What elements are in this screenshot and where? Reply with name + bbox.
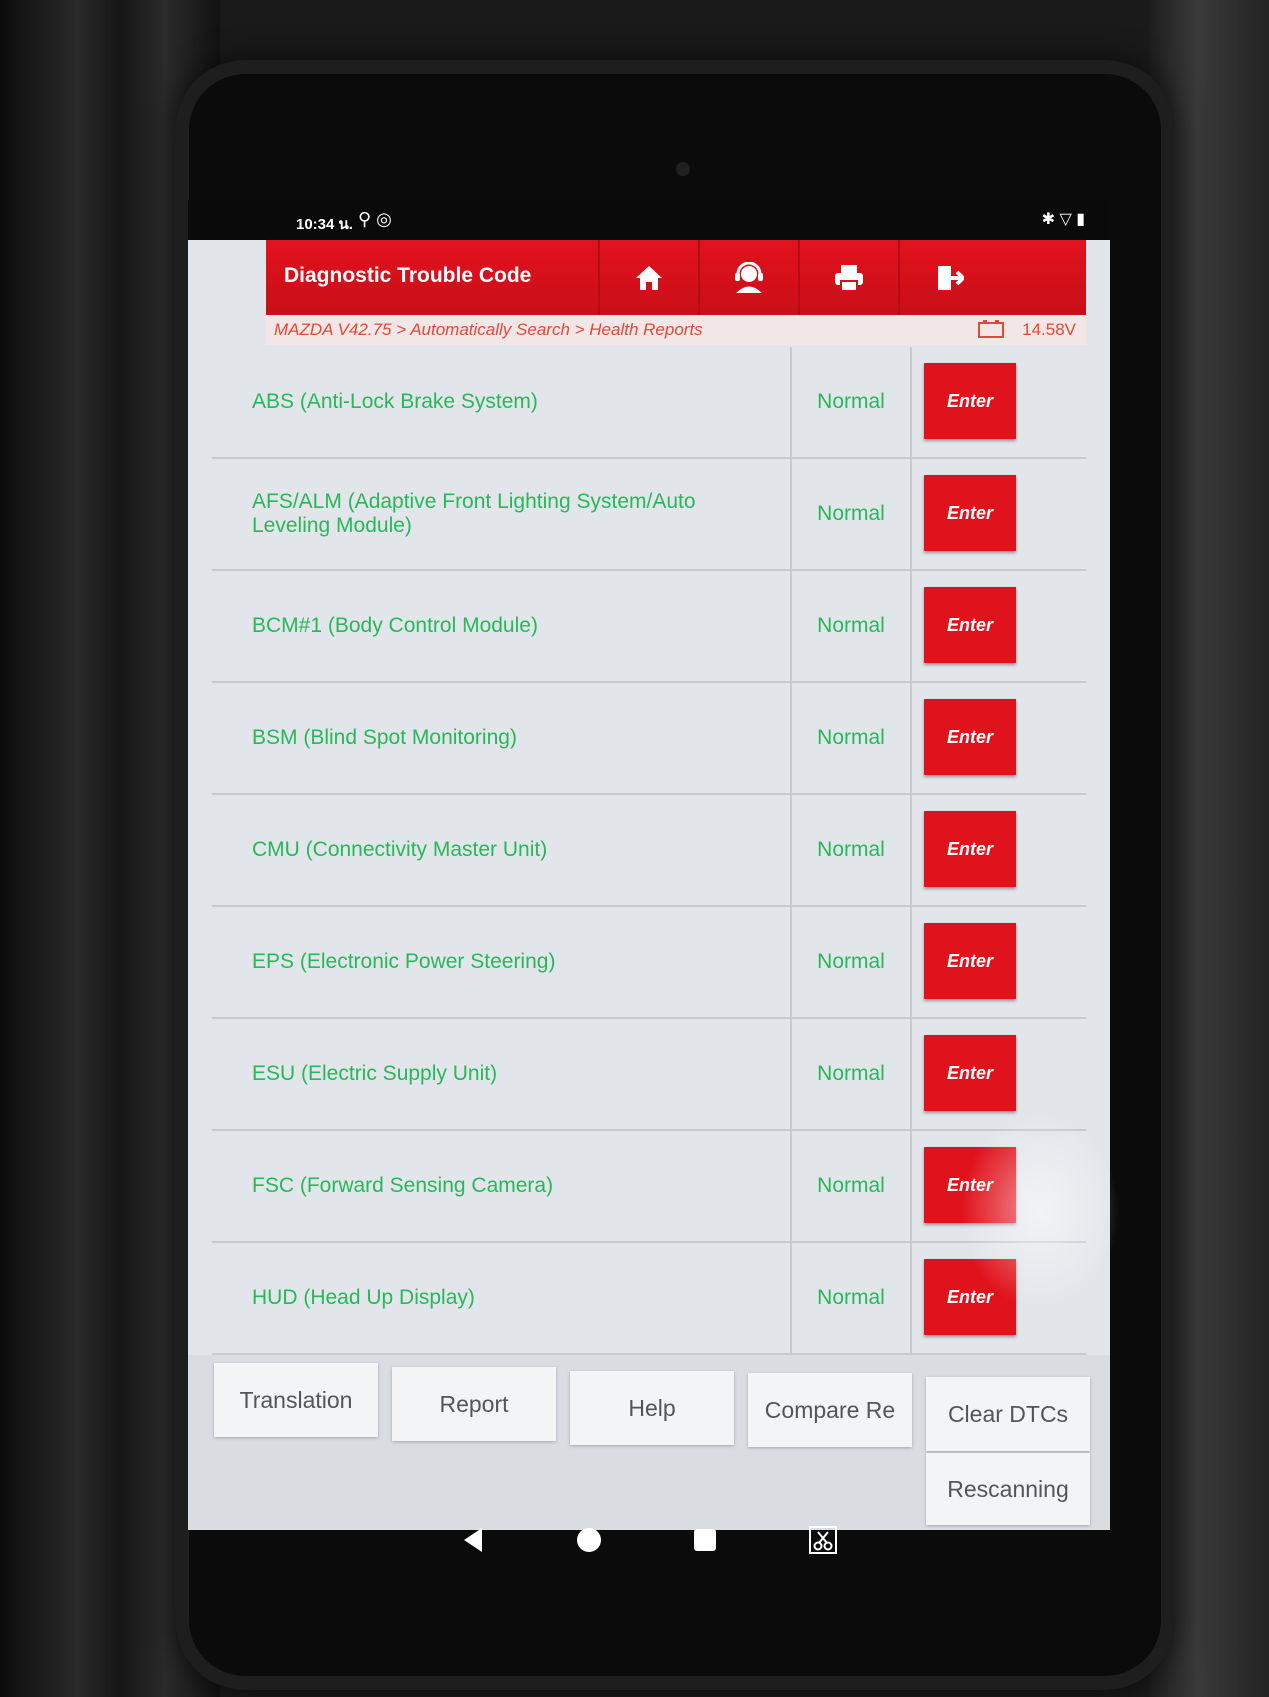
enter-button[interactable]: Enter	[924, 363, 1016, 439]
breadcrumb-path: MAZDA V42.75 > Automatically Search > He…	[274, 320, 703, 339]
back-icon[interactable]	[460, 1526, 486, 1554]
list-item: ABS (Anti-Lock Brake System) Normal Ente…	[212, 347, 1086, 459]
enter-button[interactable]: Enter	[924, 1035, 1016, 1111]
list-item: BCM#1 (Body Control Module) Normal Enter	[212, 571, 1086, 683]
system-name: BCM#1 (Body Control Module)	[252, 571, 792, 681]
enter-button[interactable]: Enter	[924, 923, 1016, 999]
translation-button[interactable]: Translation	[214, 1363, 378, 1437]
system-name: CMU (Connectivity Master Unit)	[252, 795, 792, 905]
system-name: ESU (Electric Supply Unit)	[252, 1019, 792, 1129]
home-circle-icon[interactable]	[576, 1527, 602, 1553]
status-time: 10:34 น.	[296, 216, 353, 233]
user-button[interactable]	[698, 240, 798, 315]
help-button[interactable]: Help	[570, 1371, 734, 1445]
system-name: BSM (Blind Spot Monitoring)	[252, 683, 792, 793]
list-item: ESU (Electric Supply Unit) Normal Enter	[212, 1019, 1086, 1131]
exit-button[interactable]	[898, 240, 998, 315]
report-button[interactable]: Report	[392, 1367, 556, 1441]
bluetooth-battery-icon: ✱ ▽ ▮	[1041, 211, 1085, 228]
system-status: Normal	[792, 459, 912, 569]
system-list[interactable]: ABS (Anti-Lock Brake System) Normal Ente…	[212, 347, 1086, 1355]
compare-report-button[interactable]: Compare Re	[748, 1373, 912, 1447]
system-status: Normal	[792, 571, 912, 681]
system-status: Normal	[792, 1131, 912, 1241]
list-item: AFS/ALM (Adaptive Front Lighting System/…	[212, 459, 1086, 571]
list-item: CMU (Connectivity Master Unit) Normal En…	[212, 795, 1086, 907]
screenshot-icon[interactable]	[808, 1525, 838, 1555]
title-bar: Diagnostic Trouble Code	[266, 240, 1086, 315]
breadcrumb: MAZDA V42.75 > Automatically Search > He…	[266, 315, 1086, 345]
status-bar: 10:34 น. ⚲ ◎ ✱ ▽ ▮	[188, 200, 1110, 240]
voltage-value: 14.58V	[1022, 320, 1076, 339]
list-item: FSC (Forward Sensing Camera) Normal Ente…	[212, 1131, 1086, 1243]
enter-button[interactable]: Enter	[924, 811, 1016, 887]
system-name: FSC (Forward Sensing Camera)	[252, 1131, 792, 1241]
user-support-icon	[735, 261, 763, 293]
tablet-screen: 10:34 น. ⚲ ◎ ✱ ▽ ▮ Diagnostic Trouble Co…	[188, 200, 1110, 1530]
system-name: EPS (Electronic Power Steering)	[252, 907, 792, 1017]
system-status: Normal	[792, 1243, 912, 1353]
list-item: BSM (Blind Spot Monitoring) Normal Enter	[212, 683, 1086, 795]
system-name: HUD (Head Up Display)	[252, 1243, 792, 1353]
home-icon	[636, 265, 662, 290]
list-item: EPS (Electronic Power Steering) Normal E…	[212, 907, 1086, 1019]
system-status: Normal	[792, 683, 912, 793]
home-button[interactable]	[598, 240, 698, 315]
system-status: Normal	[792, 907, 912, 1017]
printer-icon	[835, 264, 863, 292]
usb-debug-icon: ⚲ ◎	[358, 209, 392, 229]
enter-button[interactable]: Enter	[924, 699, 1016, 775]
page-title: Diagnostic Trouble Code	[284, 264, 532, 287]
system-name: AFS/ALM (Adaptive Front Lighting System/…	[252, 459, 792, 569]
system-status: Normal	[792, 795, 912, 905]
clear-dtcs-button[interactable]: Clear DTCs	[926, 1377, 1090, 1451]
list-item: HUD (Head Up Display) Normal Enter	[212, 1243, 1086, 1355]
system-status: Normal	[792, 347, 912, 457]
exit-icon	[938, 265, 964, 290]
enter-button[interactable]: Enter	[924, 475, 1016, 551]
battery-voltage: 14.58V	[978, 320, 1076, 340]
front-camera	[676, 162, 690, 176]
system-name: ABS (Anti-Lock Brake System)	[252, 347, 792, 457]
print-button[interactable]	[798, 240, 898, 315]
system-status: Normal	[792, 1019, 912, 1129]
battery-icon	[978, 320, 1005, 338]
screen-glare	[960, 1110, 1120, 1310]
android-nav-bar	[188, 1500, 1110, 1580]
recents-icon[interactable]	[692, 1527, 718, 1553]
enter-button[interactable]: Enter	[924, 587, 1016, 663]
